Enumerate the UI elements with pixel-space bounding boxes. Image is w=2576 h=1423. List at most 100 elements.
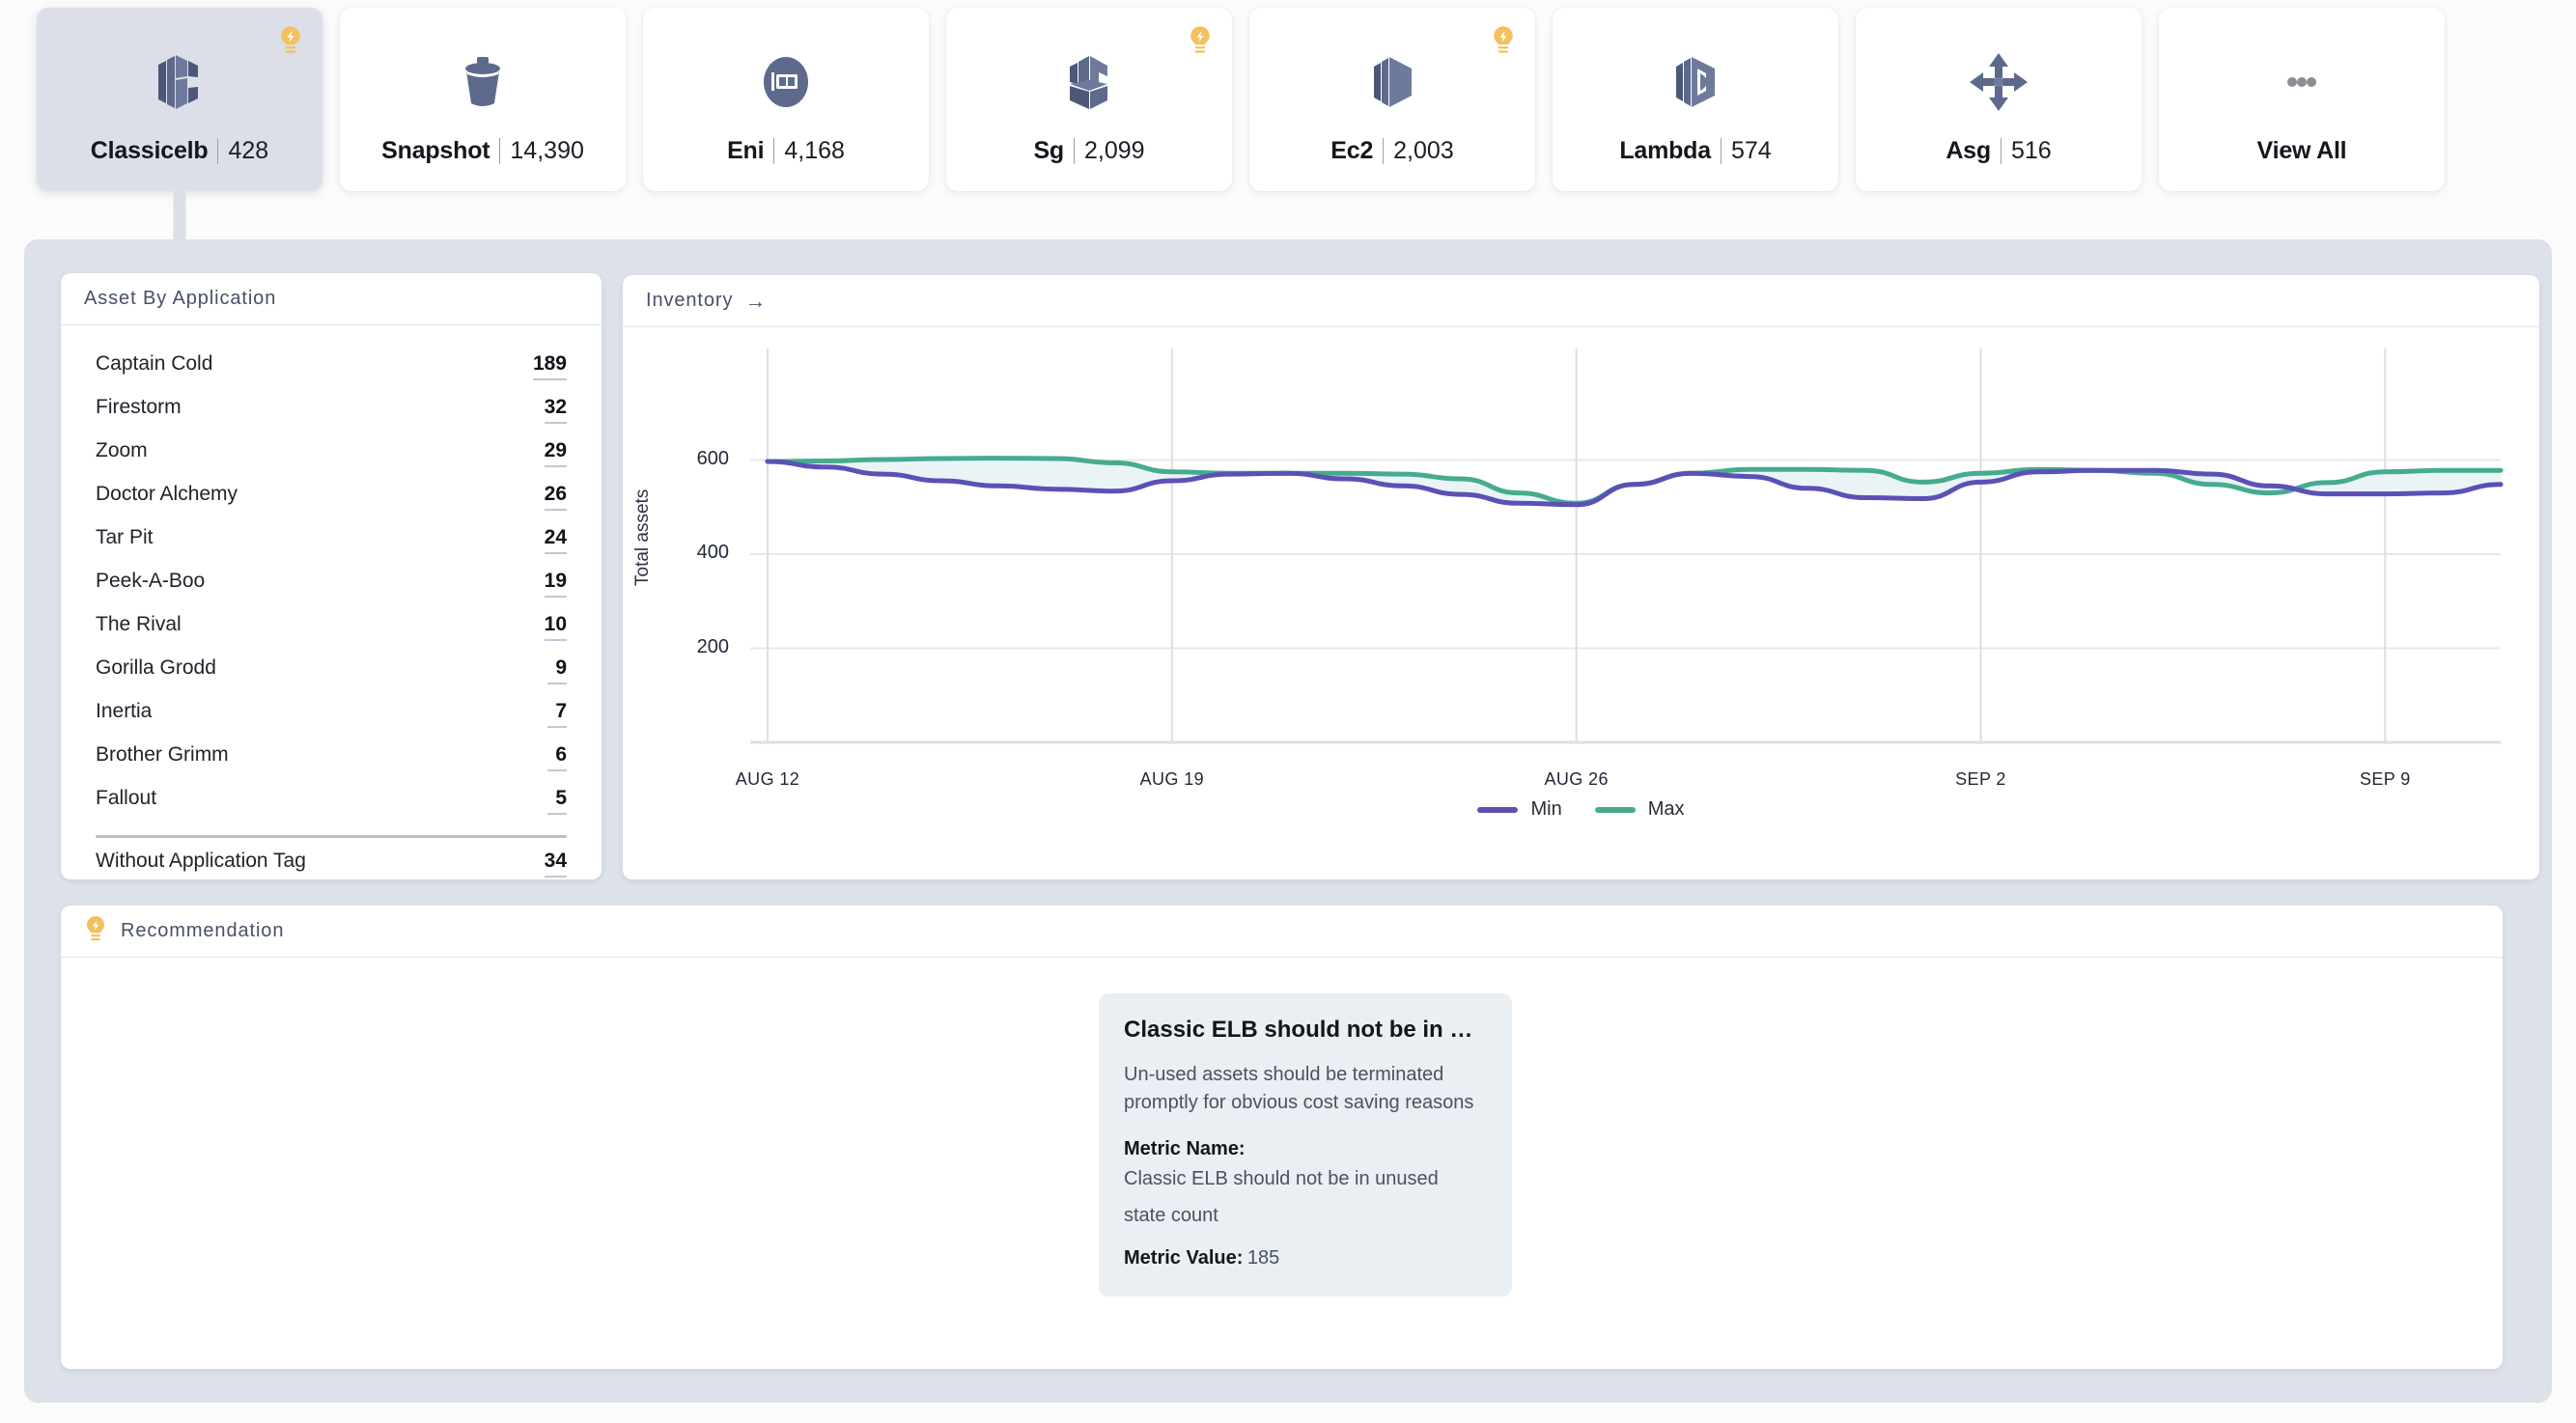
asset-value: 34	[545, 850, 567, 878]
asset-row[interactable]: Gorilla Grodd9	[96, 656, 567, 700]
asset-value-wrap: 34	[545, 850, 567, 878]
asset-row[interactable]: Captain Cold 189	[96, 352, 567, 396]
resource-card-classicelb[interactable]: Classicelb 428	[37, 8, 322, 191]
asset-value: 26	[545, 483, 567, 511]
asset-value-wrap: 6	[547, 743, 567, 771]
inventory-panel-title: Inventory	[646, 290, 733, 312]
legend-swatch	[1595, 807, 1636, 813]
asset-row[interactable]: Doctor Alchemy 26	[96, 483, 567, 526]
legend-item-max[interactable]: Max	[1595, 798, 1685, 821]
asset-row[interactable]: Tar Pit24	[96, 526, 567, 570]
resource-card-count: 4,168	[784, 137, 845, 165]
lightbulb-icon	[1188, 25, 1213, 60]
view-all-label: View All	[2257, 137, 2347, 165]
asset-value-wrap: 32	[545, 396, 567, 424]
legend-label: Min	[1530, 798, 1561, 821]
content-panel: Asset By Application Captain Cold 189 Fire…	[24, 239, 2552, 1403]
asset-row[interactable]: Peek-A-Boo 19	[96, 570, 567, 613]
resource-card-count: 2,099	[1084, 137, 1145, 165]
asset-value: 19	[545, 570, 567, 598]
sg-icon	[1054, 41, 1124, 124]
recommendation-card-title: Classic ELB should not be in unus…	[1124, 1017, 1487, 1044]
label-divider	[773, 138, 774, 164]
resource-card-name: Lambda	[1619, 137, 1711, 165]
asset-row[interactable]: Without Application Tag 34	[96, 850, 567, 893]
resource-card-lambda[interactable]: Lambda 574	[1553, 8, 1838, 191]
lightbulb-icon	[278, 25, 303, 60]
asset-panel-title: Asset By Application	[84, 288, 276, 310]
recommendation-card[interactable]: Classic ELB should not be in unus… Un-us…	[1099, 993, 1512, 1297]
asset-row[interactable]: Zoom 29	[96, 439, 567, 483]
asset-by-application-panel: Asset By Application Captain Cold 189 Fire…	[61, 273, 602, 879]
resource-card-snapshot[interactable]: Snapshot14,390	[340, 8, 626, 191]
asset-value-wrap: 9	[547, 656, 567, 684]
asset-row[interactable]: Brother Grimm6	[96, 743, 567, 787]
metric-value: 185	[1247, 1247, 1279, 1269]
asset-row[interactable]: Fallout 5	[96, 787, 567, 830]
asset-value: 29	[545, 439, 567, 467]
asset-name: Doctor Alchemy	[96, 483, 238, 506]
resource-card-label: Snapshot14,390	[381, 137, 584, 165]
asset-value-wrap: 29	[545, 439, 567, 467]
recommendation-panel: Recommendation Classic ELB should not be…	[61, 906, 2503, 1369]
chart-plot	[623, 327, 2539, 800]
chart-y-tick: 200	[671, 636, 729, 658]
ellipsis-icon	[2267, 41, 2337, 124]
chart-x-tick: AUG 26	[1544, 769, 1608, 790]
resource-card-asg[interactable]: Asg516	[1856, 8, 2142, 191]
resource-card-name: Snapshot	[381, 137, 490, 165]
view-all-card[interactable]: View All	[2159, 8, 2445, 191]
asg-icon	[1964, 41, 2033, 124]
asset-value-wrap: 5	[547, 787, 567, 815]
asset-value-wrap: 189	[533, 352, 567, 380]
label-divider	[2001, 138, 2002, 164]
resource-card-count: 2,003	[1393, 137, 1454, 165]
legend-label: Max	[1648, 798, 1685, 821]
lightbulb-icon	[84, 915, 107, 947]
chart-x-tick: AUG 19	[1140, 769, 1204, 790]
asset-name: Without Application Tag	[96, 850, 306, 873]
resource-card-label: Asg516	[1946, 137, 2051, 165]
lambda-icon	[1661, 41, 1730, 124]
asset-name: Peek-A-Boo	[96, 570, 205, 593]
resource-card-count: 428	[228, 137, 268, 165]
asset-row[interactable]: Inertia7	[96, 700, 567, 743]
recommendation-body: Classic ELB should not be in unus… Un-us…	[61, 958, 2503, 1367]
asset-value-wrap: 19	[545, 570, 567, 598]
label-divider	[1074, 138, 1075, 164]
legend-swatch	[1477, 807, 1518, 813]
resource-card-name: Ec2	[1330, 137, 1373, 165]
metric-value-row: Metric Value: 185	[1124, 1247, 1487, 1270]
resource-card-eni[interactable]: Eni4,168	[643, 8, 929, 191]
asset-name: Fallout	[96, 787, 156, 810]
chart-x-tick: SEP 2	[1955, 769, 2006, 790]
arrow-right-icon[interactable]: →	[744, 291, 766, 312]
resource-card-count: 516	[2011, 137, 2052, 165]
label-divider	[1383, 138, 1384, 164]
asset-name: Zoom	[96, 439, 148, 462]
eni-icon	[751, 41, 821, 124]
asset-row[interactable]: The Rival10	[96, 613, 567, 656]
lightbulb-icon	[1491, 25, 1516, 60]
asset-value: 9	[547, 656, 567, 684]
chart-y-tick: 400	[671, 542, 729, 564]
chart-legend: Min Max	[623, 798, 2539, 821]
metric-name-line-1: Classic ELB should not be in unused	[1124, 1160, 1487, 1197]
ec2-icon	[1358, 41, 1427, 124]
elb-icon	[145, 41, 214, 124]
asset-value: 6	[547, 743, 567, 771]
metric-name-label: Metric Name:	[1124, 1138, 1487, 1160]
asset-list-divider	[96, 835, 567, 838]
resource-card-count: 574	[1731, 137, 1772, 165]
metric-name-line-2: state count	[1124, 1197, 1487, 1234]
resource-card-name: Classicelb	[91, 137, 209, 165]
asset-name: Captain Cold	[96, 352, 212, 376]
asset-name: Inertia	[96, 700, 152, 723]
asset-value: 32	[545, 396, 567, 424]
legend-item-min[interactable]: Min	[1477, 798, 1561, 821]
asset-value: 5	[547, 787, 567, 815]
resource-card-ec2[interactable]: Ec2 2,003	[1249, 8, 1535, 191]
asset-row[interactable]: Firestorm32	[96, 396, 567, 439]
label-divider	[217, 138, 218, 164]
resource-card-sg[interactable]: Sg2,099	[946, 8, 1232, 191]
